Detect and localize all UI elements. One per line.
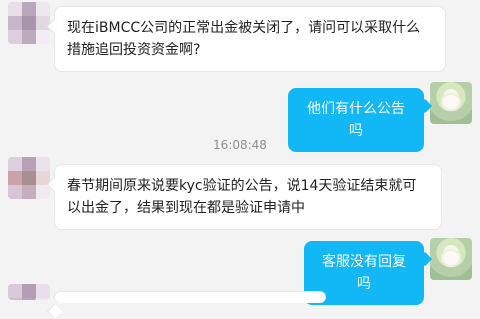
incoming-message-text: 春节期间原来说要kyc验证的公告，说14天验证结束就可以出金了，结果到现在都是验… bbox=[67, 178, 417, 216]
message-timestamp: 16:08:48 bbox=[213, 138, 267, 152]
incoming-message[interactable]: 现在iBMCC公司的正常出金被关闭了，请问可以采取什么措施追回投资资金啊? bbox=[54, 6, 446, 72]
incoming-avatar-icon[interactable] bbox=[8, 284, 50, 300]
outgoing-message-text: 客服没有回复吗 bbox=[322, 254, 406, 292]
incoming-message[interactable]: 春节期间原来说要kyc验证的公告，说14天验证结束就可以出金了，结果到现在都是验… bbox=[54, 164, 442, 230]
incoming-message-text: 现在iBMCC公司的正常出金被关闭了，请问可以采取什么措施追回投资资金啊? bbox=[67, 20, 421, 58]
outgoing-avatar-icon[interactable] bbox=[430, 82, 472, 124]
incoming-avatar-icon[interactable] bbox=[8, 2, 50, 44]
incoming-message-partial[interactable] bbox=[54, 291, 326, 303]
outgoing-message-text: 他们有什么公告吗 bbox=[307, 101, 405, 139]
chat-panel: 现在iBMCC公司的正常出金被关闭了，请问可以采取什么措施追回投资资金啊? 他们… bbox=[0, 0, 480, 305]
incoming-avatar-icon[interactable] bbox=[8, 157, 50, 199]
outgoing-avatar-icon[interactable] bbox=[430, 238, 472, 280]
